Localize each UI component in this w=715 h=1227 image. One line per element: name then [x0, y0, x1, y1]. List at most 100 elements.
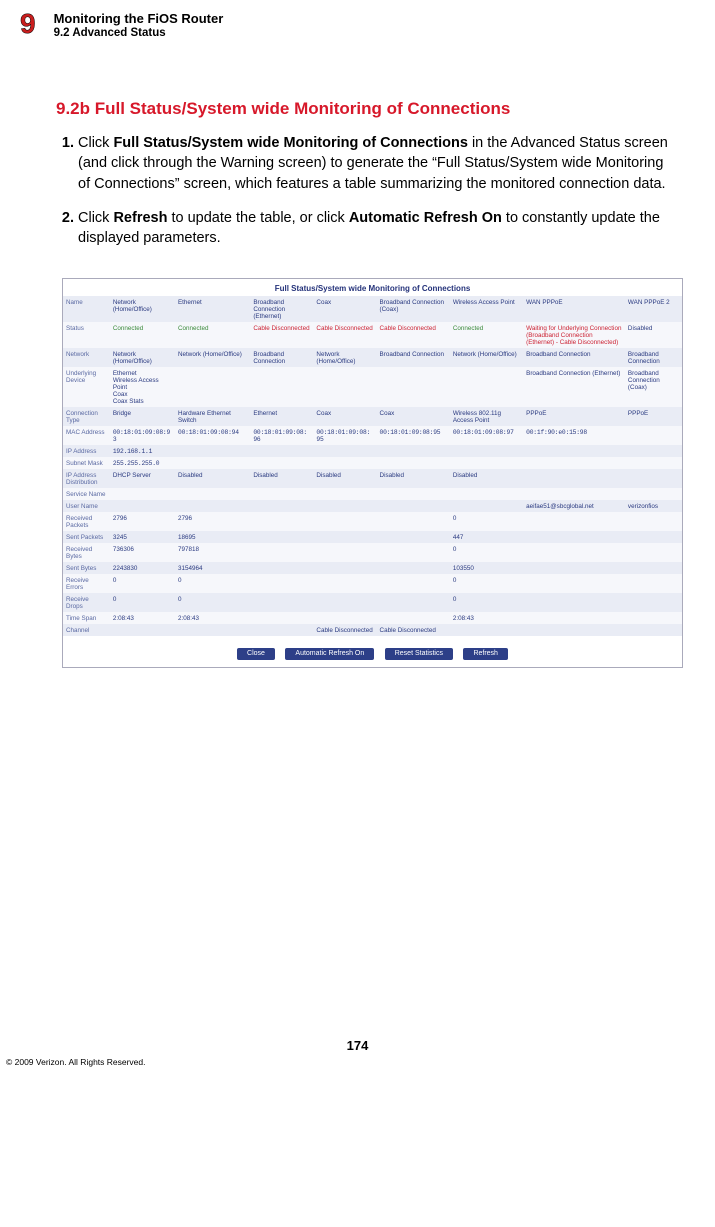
refresh-button[interactable]: Refresh: [463, 648, 508, 660]
cell: verizonfios: [625, 500, 682, 512]
col-coax[interactable]: Coax: [313, 296, 376, 322]
cell: [250, 367, 313, 407]
cell: 0: [110, 593, 175, 612]
cell: [175, 457, 250, 469]
cell: [625, 562, 682, 574]
cell: [625, 488, 682, 500]
row-subnet-mask: Subnet Mask 255.255.255.0: [63, 457, 682, 469]
auto-refresh-button[interactable]: Automatic Refresh On: [285, 648, 374, 660]
cell: Cable Disconnected: [377, 624, 450, 636]
cell: [377, 512, 450, 531]
cell: [377, 488, 450, 500]
close-button[interactable]: Close: [237, 648, 275, 660]
row-sent-bytes: Sent Bytes 2243830 3154964 103550: [63, 562, 682, 574]
cell: [625, 531, 682, 543]
header-row: Name Network (Home/Office) Ethernet Broa…: [63, 296, 682, 322]
chapter-number: 9: [20, 10, 36, 38]
cell[interactable]: Broadband Connection (Coax): [625, 367, 682, 407]
cell: 00:18:01:09:08:97: [450, 426, 523, 445]
row-label: Time Span: [63, 612, 110, 624]
cell: [377, 543, 450, 562]
row-label: MAC Address: [63, 426, 110, 445]
col-wan-pppoe[interactable]: WAN PPPoE: [523, 296, 625, 322]
step-bold: Automatic Refresh On: [349, 210, 502, 226]
cell: 0: [450, 574, 523, 593]
screenshot-title: Full Status/System wide Monitoring of Co…: [63, 279, 682, 296]
cell: [625, 445, 682, 457]
col-wireless[interactable]: Wireless Access Point: [450, 296, 523, 322]
cell: PPPoE: [523, 407, 625, 426]
row-label: Service Name: [63, 488, 110, 500]
instruction-list: Click Full Status/System wide Monitoring…: [56, 133, 675, 248]
cell: [377, 574, 450, 593]
col-network[interactable]: Network (Home/Office): [110, 296, 175, 322]
cell: Broadband Connection: [523, 348, 625, 367]
cell[interactable]: Ethernet Wireless Access Point Coax Coax…: [110, 367, 175, 407]
cell: [313, 531, 376, 543]
cell: 0: [450, 512, 523, 531]
cell: [175, 488, 250, 500]
cell: [110, 488, 175, 500]
col-bb-coax[interactable]: Broadband Connection (Coax): [377, 296, 450, 322]
cell: Connected: [450, 322, 523, 348]
cell: 00:18:01:09:08:93: [110, 426, 175, 445]
row-time-span: Time Span 2:08:43 2:08:43 2:08:43: [63, 612, 682, 624]
cell: 192.168.1.1: [110, 445, 175, 457]
button-bar: Close Automatic Refresh On Reset Statist…: [63, 636, 682, 667]
row-label: IP Address Distribution: [63, 469, 110, 488]
step-text: to update the table, or click: [167, 210, 348, 226]
cell: 0: [450, 543, 523, 562]
reset-stats-button[interactable]: Reset Statistics: [385, 648, 453, 660]
cell: [625, 574, 682, 593]
cell: Bridge: [110, 407, 175, 426]
cell: Network (Home/Office): [110, 348, 175, 367]
cell: [450, 488, 523, 500]
cell: [110, 500, 175, 512]
cell: Broadband Connection: [250, 348, 313, 367]
cell: [313, 562, 376, 574]
row-label: IP Address: [63, 445, 110, 457]
cell: Wireless 802.11g Access Point: [450, 407, 523, 426]
chapter-title: Monitoring the FiOS Router: [54, 11, 224, 26]
cell: 0: [450, 593, 523, 612]
cell: [313, 488, 376, 500]
row-ip-distribution: IP Address Distribution DHCP Server Disa…: [63, 469, 682, 488]
cell: [523, 562, 625, 574]
cell: [175, 624, 250, 636]
col-ethernet[interactable]: Ethernet: [175, 296, 250, 322]
cell: [523, 574, 625, 593]
cell: [450, 457, 523, 469]
cell: [313, 457, 376, 469]
col-wan-pppoe2[interactable]: WAN PPPoE 2: [625, 296, 682, 322]
col-bb-eth[interactable]: Broadband Connection (Ethernet): [250, 296, 313, 322]
cell: 2:08:43: [110, 612, 175, 624]
cell[interactable]: Broadband Connection (Ethernet): [523, 367, 625, 407]
cell: [250, 500, 313, 512]
cell: Network (Home/Office): [313, 348, 376, 367]
cell: 447: [450, 531, 523, 543]
cell: [313, 512, 376, 531]
cell: 18695: [175, 531, 250, 543]
cell: [250, 562, 313, 574]
cell: 2796: [175, 512, 250, 531]
row-label: Sent Packets: [63, 531, 110, 543]
cell: 0: [175, 593, 250, 612]
cell: Disabled: [625, 322, 682, 348]
section-heading: 9.2b Full Status/System wide Monitoring …: [56, 99, 685, 119]
step-text: Click: [78, 135, 113, 151]
row-underlying-device: Underlying Device Ethernet Wireless Acce…: [63, 367, 682, 407]
cell: Waiting for Underlying Connection (Broad…: [523, 322, 625, 348]
cell: [523, 488, 625, 500]
cell: 2796: [110, 512, 175, 531]
row-label: Status: [63, 322, 110, 348]
cell: 00:18:01:09:08:95: [313, 426, 376, 445]
cell: 00:18:01:09:08:94: [175, 426, 250, 445]
cell: [313, 500, 376, 512]
row-receive-drops: Receive Drops 0 0 0: [63, 593, 682, 612]
cell: [450, 624, 523, 636]
cell: 2:08:43: [175, 612, 250, 624]
cell: 00:18:01:09:08:95: [377, 426, 450, 445]
cell: [250, 445, 313, 457]
cell: [450, 445, 523, 457]
col-name: Name: [63, 296, 110, 322]
